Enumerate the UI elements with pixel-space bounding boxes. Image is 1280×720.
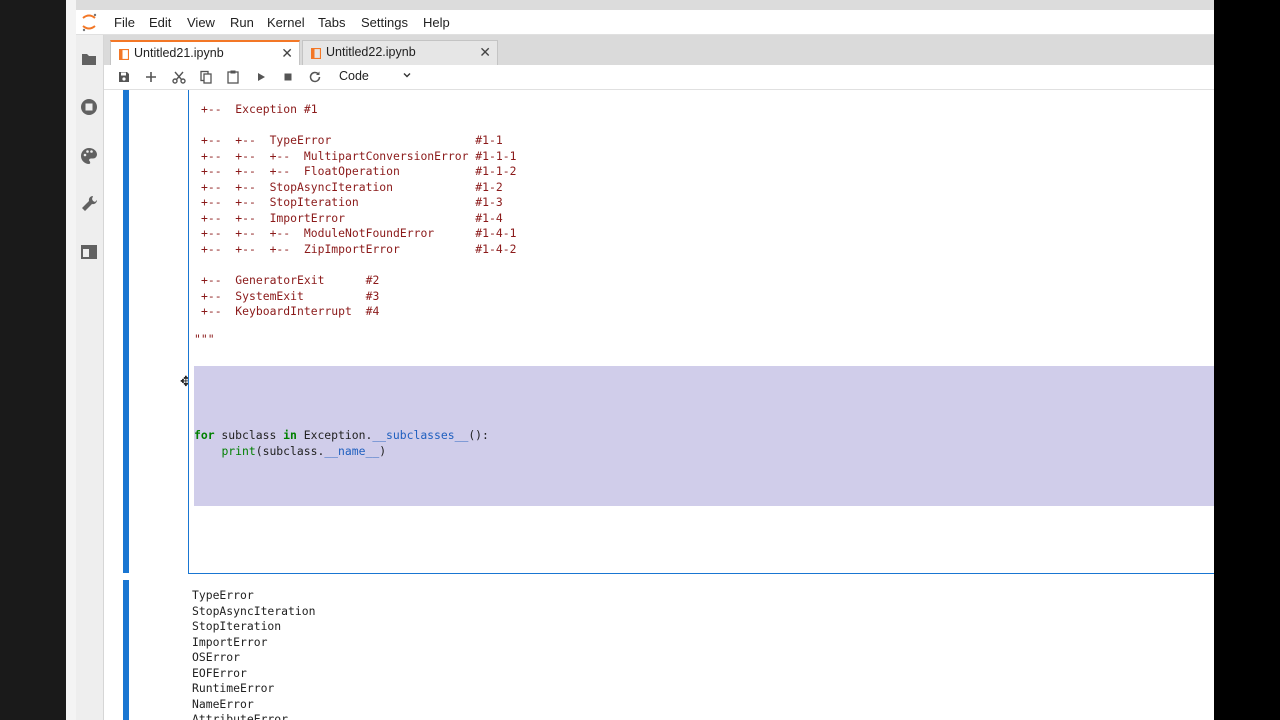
code-line-for: for subclass in Exception.__subclasses__… bbox=[194, 428, 489, 443]
cut-icon[interactable] bbox=[171, 69, 187, 85]
background-right bbox=[1214, 0, 1280, 720]
tabs-icon[interactable] bbox=[78, 241, 100, 263]
close-icon[interactable]: ✕ bbox=[281, 45, 293, 62]
background-window-edge bbox=[66, 0, 76, 720]
running-icon[interactable] bbox=[78, 96, 100, 118]
output-line: OSError bbox=[192, 650, 241, 664]
tab-untitled22[interactable]: Untitled22.ipynb ✕ bbox=[302, 40, 498, 65]
cell-type-dropdown[interactable]: Code bbox=[339, 69, 369, 83]
menu-tabs[interactable]: Tabs bbox=[318, 15, 345, 30]
menu-view[interactable]: View bbox=[187, 15, 215, 30]
code-line: +-- +-- +-- ModuleNotFoundError #1-4-1 bbox=[201, 226, 517, 240]
menu-settings[interactable]: Settings bbox=[361, 15, 408, 30]
left-sidebar bbox=[76, 35, 104, 720]
save-icon[interactable] bbox=[116, 69, 132, 85]
restart-icon[interactable] bbox=[307, 69, 323, 85]
output-line: ImportError bbox=[192, 634, 268, 649]
code-token: __name__ bbox=[324, 443, 380, 458]
notebook-toolbar: Code bbox=[104, 65, 1214, 90]
menu-run[interactable]: Run bbox=[230, 15, 254, 30]
tab-label: Untitled21.ipynb bbox=[134, 46, 224, 60]
wrench-icon[interactable] bbox=[78, 193, 100, 215]
code-token: ) bbox=[379, 443, 387, 458]
notebook-icon bbox=[119, 49, 129, 60]
stop-icon[interactable] bbox=[280, 69, 296, 85]
tab-label: Untitled22.ipynb bbox=[326, 45, 416, 59]
notebook-icon bbox=[311, 48, 321, 59]
code-token: subclass bbox=[214, 428, 284, 442]
code-line: +-- Exception #1 bbox=[201, 102, 318, 116]
code-line: """ bbox=[194, 332, 215, 346]
output-line: EOFError bbox=[192, 665, 247, 680]
code-token: (): bbox=[468, 428, 489, 442]
paste-icon[interactable] bbox=[225, 69, 241, 85]
menu-kernel[interactable]: Kernel bbox=[267, 15, 305, 30]
code-line: +-- +-- StopAsyncIteration #1-2 bbox=[201, 179, 503, 194]
cell-collapser[interactable] bbox=[123, 90, 129, 573]
copy-icon[interactable] bbox=[198, 69, 214, 85]
jupyterlab-window: File Edit View Run Kernel Tabs Settings … bbox=[76, 10, 1214, 720]
output-line: StopAsyncIteration bbox=[192, 603, 316, 618]
keyword: in bbox=[283, 428, 297, 442]
output-line: NameError bbox=[192, 696, 254, 711]
code-token: Exception. bbox=[296, 428, 373, 442]
folder-icon[interactable] bbox=[78, 48, 100, 70]
run-icon[interactable] bbox=[253, 69, 269, 85]
menu-bar: File Edit View Run Kernel Tabs Settings … bbox=[76, 10, 1214, 35]
code-line: +-- KeyboardInterrupt #4 bbox=[201, 304, 380, 318]
code-line: +-- +-- +-- ZipImportError #1-4-2 bbox=[201, 241, 517, 256]
code-cell-editor[interactable]: +-- Exception #1 +-- +-- TypeError #1-1 … bbox=[188, 90, 1214, 574]
menu-edit[interactable]: Edit bbox=[149, 15, 171, 30]
code-line: +-- +-- StopIteration #1-3 bbox=[201, 195, 503, 209]
code-line: +-- +-- ImportError #1-4 bbox=[201, 210, 503, 225]
close-icon[interactable]: ✕ bbox=[479, 44, 491, 61]
output-collapser[interactable] bbox=[123, 580, 129, 720]
code-line: +-- GeneratorExit #2 bbox=[201, 273, 380, 287]
notebook-panel: ✥ +-- Exception #1 +-- +-- TypeError #1-… bbox=[104, 90, 1214, 720]
keyword: for bbox=[194, 428, 215, 442]
add-cell-icon[interactable] bbox=[143, 69, 159, 85]
menu-file[interactable]: File bbox=[114, 15, 135, 30]
document-tab-bar: Untitled21.ipynb ✕ Untitled22.ipynb ✕ bbox=[104, 35, 1214, 66]
code-line-print: print(subclass.__name__) bbox=[194, 444, 386, 459]
output-line: TypeError bbox=[192, 588, 254, 602]
background-window bbox=[0, 0, 76, 720]
code-line: +-- SystemExit #3 bbox=[201, 288, 380, 303]
code-token: (subclass. bbox=[255, 443, 325, 458]
builtin: print bbox=[221, 443, 256, 458]
jupyter-logo-icon bbox=[82, 13, 97, 32]
palette-icon[interactable] bbox=[78, 145, 100, 167]
code-line: +-- +-- TypeError #1-1 bbox=[201, 133, 503, 147]
code-token: __subclasses__ bbox=[372, 428, 469, 442]
tab-untitled21[interactable]: Untitled21.ipynb ✕ bbox=[110, 40, 300, 66]
chevron-down-icon[interactable] bbox=[402, 70, 412, 80]
output-line: AttributeError bbox=[192, 712, 289, 720]
code-line: +-- +-- +-- FloatOperation #1-1-2 bbox=[201, 164, 517, 178]
code-line: +-- +-- +-- MultipartConversionError #1-… bbox=[201, 148, 517, 163]
output-line: RuntimeError bbox=[192, 681, 275, 695]
output-line: StopIteration bbox=[192, 619, 282, 633]
menu-help[interactable]: Help bbox=[423, 15, 450, 30]
cell-output: TypeError StopAsyncIteration StopIterati… bbox=[188, 580, 1214, 720]
